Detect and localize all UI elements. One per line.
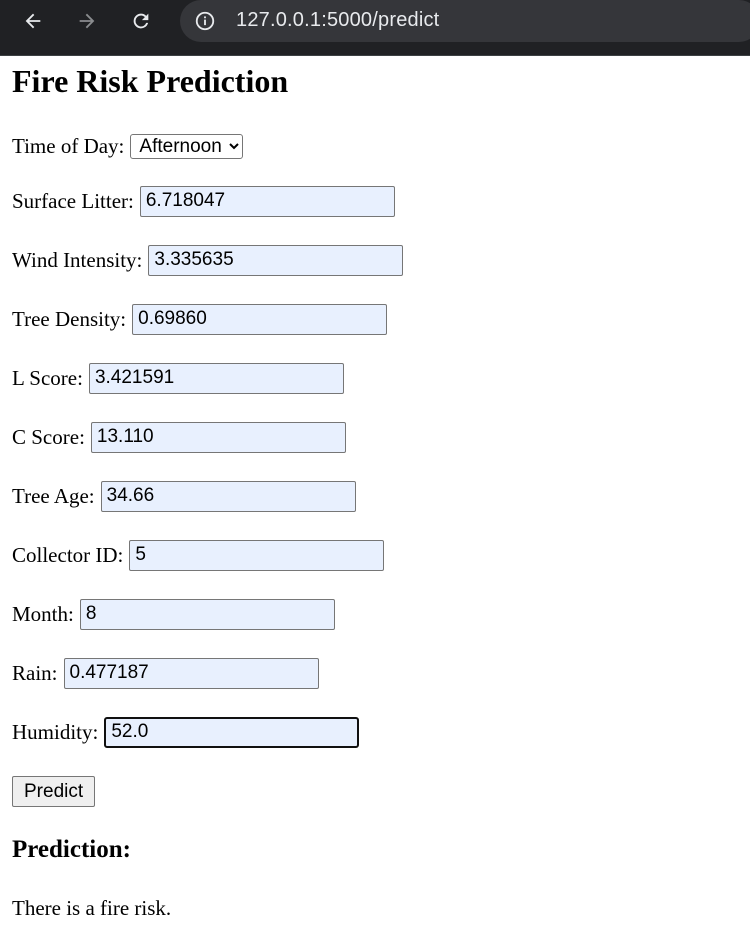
- l-score-input[interactable]: [88, 362, 344, 394]
- humidity-label: Humidity:: [12, 719, 99, 744]
- time-of-day-row: Time of Day: Afternoon: [12, 130, 244, 162]
- info-icon[interactable]: [194, 10, 216, 32]
- surface-litter-input[interactable]: [139, 185, 395, 217]
- url-text[interactable]: 127.0.0.1:5000/predict: [236, 9, 439, 32]
- address-bar[interactable]: 127.0.0.1:5000/predict: [180, 0, 750, 42]
- tree-age-label: Tree Age:: [12, 483, 95, 508]
- time-of-day-select[interactable]: Afternoon: [130, 133, 244, 159]
- surface-litter-label: Surface Litter:: [12, 188, 134, 213]
- surface-litter-row: Surface Litter:: [12, 185, 395, 217]
- c-score-input[interactable]: [90, 421, 346, 453]
- rain-row: Rain:: [12, 657, 319, 689]
- tree-age-row: Tree Age:: [12, 480, 356, 512]
- tree-density-label: Tree Density:: [12, 306, 127, 331]
- collector-id-input[interactable]: [129, 539, 385, 571]
- humidity-input[interactable]: [104, 716, 360, 748]
- month-row: Month:: [12, 598, 335, 630]
- tree-density-input[interactable]: [132, 303, 388, 335]
- time-of-day-label: Time of Day:: [12, 133, 125, 158]
- tree-density-row: Tree Density:: [12, 303, 388, 335]
- collector-id-row: Collector ID:: [12, 539, 385, 571]
- back-arrow-icon[interactable]: [17, 5, 49, 37]
- page-title: Fire Risk Prediction: [12, 63, 289, 99]
- wind-intensity-label: Wind Intensity:: [12, 247, 143, 272]
- rain-label: Rain:: [12, 660, 58, 685]
- prediction-heading: Prediction:: [12, 836, 131, 863]
- prediction-result: There is a fire risk.: [12, 896, 172, 920]
- browser-toolbar: 127.0.0.1:5000/predict: [0, 0, 750, 56]
- l-score-row: L Score:: [12, 362, 344, 394]
- month-label: Month:: [12, 601, 74, 626]
- collector-id-label: Collector ID:: [12, 542, 124, 567]
- wind-intensity-input[interactable]: [148, 244, 404, 276]
- l-score-label: L Score:: [12, 365, 83, 390]
- month-input[interactable]: [79, 598, 335, 630]
- wind-intensity-row: Wind Intensity:: [12, 244, 404, 276]
- c-score-row: C Score:: [12, 421, 346, 453]
- humidity-row: Humidity:: [12, 716, 360, 748]
- c-score-label: C Score:: [12, 424, 85, 449]
- forward-arrow-icon[interactable]: [71, 5, 103, 37]
- predict-button[interactable]: Predict: [12, 776, 96, 807]
- tree-age-input[interactable]: [100, 480, 356, 512]
- rain-input[interactable]: [63, 657, 319, 689]
- reload-icon[interactable]: [125, 5, 157, 37]
